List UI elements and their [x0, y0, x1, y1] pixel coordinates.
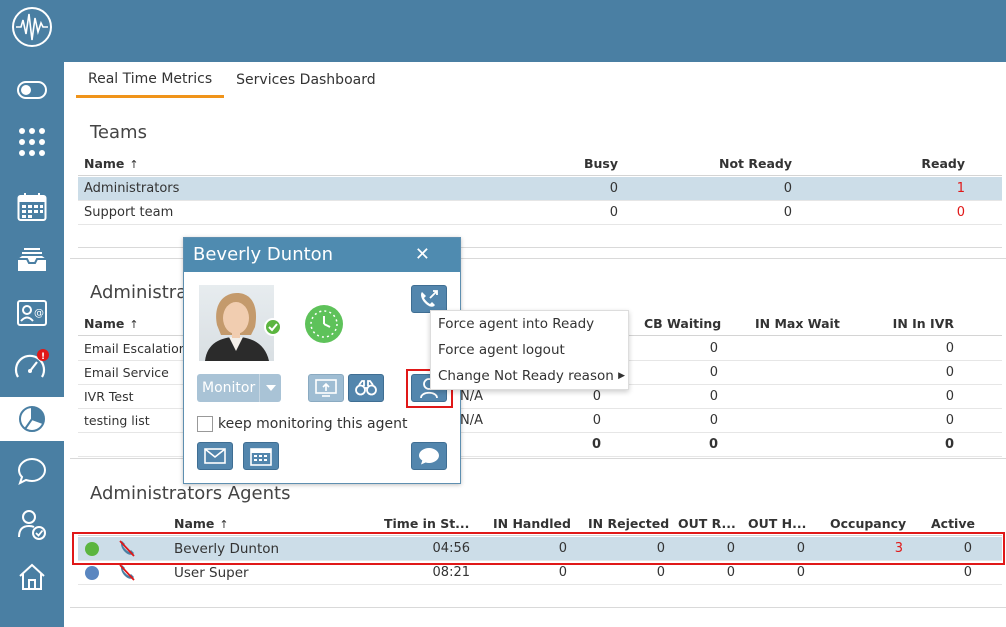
sort-asc-icon: ↑ [129, 158, 139, 171]
teams-header-ready[interactable]: Ready [868, 152, 965, 176]
team-busy: 0 [609, 181, 618, 196]
service-cb-waiting: 0 [709, 365, 718, 380]
monitor-label: Monitor [202, 380, 256, 396]
service-cb-waiting: 0 [709, 341, 718, 356]
team-ready: 1 [956, 181, 965, 196]
keep-monitoring-option[interactable]: keep monitoring this agent [197, 415, 408, 433]
contact-card-icon[interactable]: @ [0, 290, 64, 336]
popup-header: Beverly Dunton ✕ [184, 238, 460, 272]
service-col-a: N/A [460, 413, 483, 428]
email-button[interactable] [197, 442, 233, 470]
monitor-button[interactable]: Monitor [197, 374, 281, 402]
service-cb-waiting: 0 [709, 389, 718, 404]
services-header-in-in-ivr[interactable]: IN In IVR [858, 312, 954, 336]
menu-item-force-ready[interactable]: Force agent into Ready [431, 311, 628, 337]
agent-photo [199, 285, 274, 361]
team-not-ready: 0 [783, 205, 792, 220]
service-col-b: 0 [592, 413, 601, 428]
team-name: Support team [84, 205, 174, 220]
phone-disabled-icon [118, 563, 136, 583]
tab-real-time-metrics[interactable]: Real Time Metrics [76, 62, 225, 98]
home-icon[interactable] [0, 554, 64, 600]
service-name: Email Escalation [84, 341, 187, 356]
status-busy-icon [85, 566, 99, 580]
pie-chart-icon[interactable] [0, 397, 64, 441]
service-in-in-ivr: 0 [945, 389, 954, 404]
sidebar: @ ! [0, 0, 64, 627]
team-not-ready: 0 [783, 181, 792, 196]
chevron-down-icon[interactable] [259, 374, 281, 402]
keep-monitoring-checkbox[interactable] [197, 416, 213, 432]
top-bar [64, 0, 1006, 62]
total-cb-waiting: 0 [708, 437, 718, 452]
keep-monitoring-label: keep monitoring this agent [218, 416, 408, 432]
team-busy: 0 [609, 205, 618, 220]
logo-icon[interactable] [0, 2, 64, 52]
service-name: Email Service [84, 365, 169, 380]
transfer-call-button[interactable] [411, 285, 447, 313]
agent-context-menu: Force agent into Ready Force agent logou… [430, 310, 629, 390]
service-name: IVR Test [84, 389, 134, 404]
agents-title: Administrators Agents [90, 483, 291, 504]
teams-header-busy[interactable]: Busy [518, 152, 618, 176]
chat-icon[interactable] [0, 448, 64, 494]
calendar-icon[interactable] [0, 184, 64, 230]
tab-bar: Real Time Metrics Services Dashboard [76, 62, 388, 98]
screen-share-button[interactable] [308, 374, 344, 402]
services-header-in-max-wait[interactable]: IN Max Wait [755, 312, 840, 336]
popup-agent-name: Beverly Dunton [193, 244, 334, 265]
clock-icon [305, 305, 343, 343]
total-col-b: 0 [591, 437, 601, 452]
user-check-icon[interactable] [0, 502, 64, 548]
grid-icon[interactable] [0, 119, 64, 165]
tab-services-dashboard[interactable]: Services Dashboard [224, 62, 387, 98]
service-in-in-ivr: 0 [945, 341, 954, 356]
sort-asc-icon: ↑ [219, 518, 229, 531]
alert-badge: ! [41, 352, 45, 362]
schedule-button[interactable] [243, 442, 279, 470]
highlight-box [72, 532, 1005, 565]
service-name: testing list [84, 413, 150, 428]
services-header-cb-waiting[interactable]: CB Waiting [644, 312, 721, 336]
table-row[interactable]: Administrators 0 0 1 [78, 177, 1002, 201]
inbox-icon[interactable] [0, 237, 64, 283]
divider [70, 607, 1006, 608]
menu-item-change-not-ready[interactable]: Change Not Ready reason ▶ [431, 363, 628, 389]
teams-header-name[interactable]: Name ↑ [84, 152, 139, 176]
services-header-name[interactable]: Name ↑ [84, 312, 139, 336]
status-available-icon [264, 318, 282, 336]
chat-button[interactable] [411, 442, 447, 470]
table-row[interactable]: Support team 0 0 0 [78, 201, 1002, 225]
service-in-in-ivr: 0 [945, 365, 954, 380]
binoculars-button[interactable] [348, 374, 384, 402]
close-icon[interactable]: ✕ [415, 238, 430, 272]
teams-header-row: Name ↑ Busy Not Ready Ready [78, 152, 1002, 176]
agent-popup: Beverly Dunton ✕ Monitor keep monitoring… [183, 237, 461, 484]
speedometer-icon[interactable]: ! [0, 343, 64, 389]
svg-text:@: @ [34, 308, 44, 319]
teams-title: Teams [90, 122, 147, 143]
submenu-arrow-icon: ▶ [618, 371, 625, 381]
sort-asc-icon: ↑ [129, 318, 139, 331]
team-ready: 0 [956, 205, 965, 220]
teams-header-not-ready[interactable]: Not Ready [678, 152, 792, 176]
team-name: Administrators [84, 181, 180, 196]
service-in-in-ivr: 0 [945, 413, 954, 428]
service-cb-waiting: 0 [709, 413, 718, 428]
menu-item-force-logout[interactable]: Force agent logout [431, 337, 628, 363]
toggle-icon[interactable] [0, 67, 64, 113]
total-in-in-ivr: 0 [944, 437, 954, 452]
